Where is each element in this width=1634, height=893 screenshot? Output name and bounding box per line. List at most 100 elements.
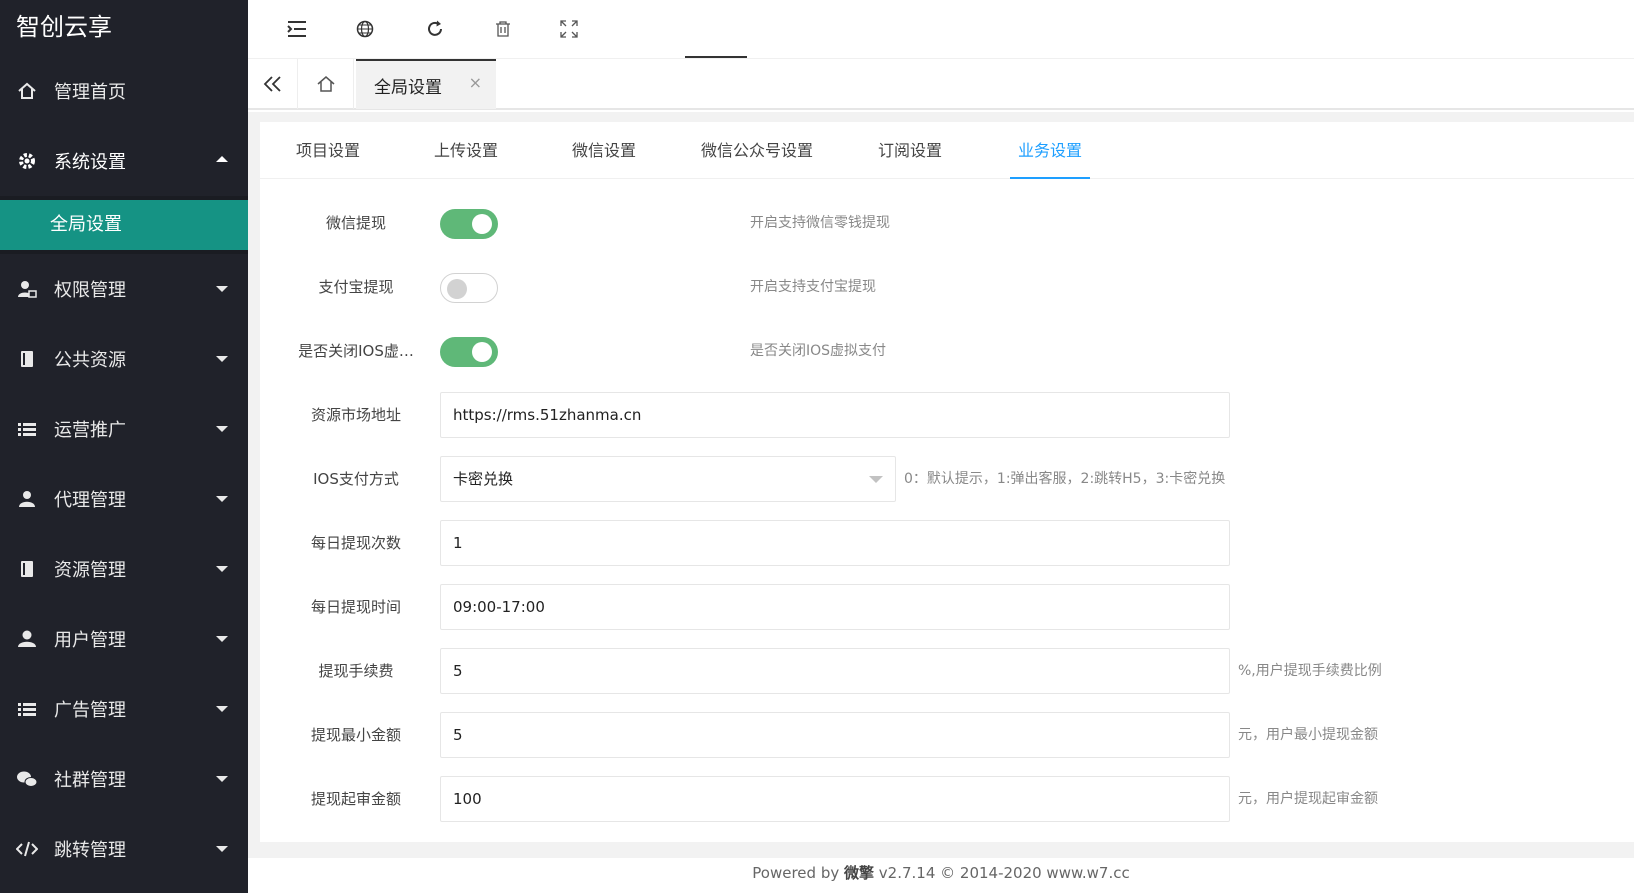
chevron-down-icon: [869, 476, 883, 483]
form-label: 提现最小金额: [310, 726, 401, 744]
chevron-down-icon: [216, 636, 228, 642]
sidebar-item-label: 权限管理: [54, 280, 126, 301]
form-row-withdraw-fee: 提现手续费 5 %,用户提现手续费比例: [260, 646, 1634, 696]
footer-prefix: Powered by: [752, 864, 844, 882]
fullscreen-icon[interactable]: [556, 16, 582, 42]
form-label: IOS支付方式: [313, 470, 399, 488]
tab-wechat-official-settings[interactable]: 微信公众号设置: [692, 122, 822, 179]
sidebar-subitem-global-settings[interactable]: 全局设置: [0, 200, 248, 250]
form-hint: 元，用户提现起审金额: [1238, 791, 1378, 807]
ios-pay-method-select[interactable]: 卡密兑换: [440, 456, 896, 502]
sidebar-item-label: 社群管理: [54, 770, 126, 791]
tab-upload-settings[interactable]: 上传设置: [428, 122, 504, 179]
sidebar-item-community[interactable]: 社群管理: [0, 744, 248, 814]
page-footer: Powered by 微擎 v2.7.14 © 2014-2020 www.w7…: [248, 858, 1634, 893]
settings-subtabs: 项目设置 上传设置 微信设置 微信公众号设置 订阅设置 业务设置: [260, 122, 1634, 179]
tab-global-settings[interactable]: 全局设置 ×: [356, 59, 496, 109]
chevron-down-icon: [216, 776, 228, 782]
list-icon: [16, 698, 38, 720]
wechat-withdraw-toggle[interactable]: [440, 209, 498, 239]
sidebar-item-label: 管理首页: [54, 82, 126, 103]
chevron-down-icon: [216, 356, 228, 362]
sidebar-item-redirects[interactable]: 跳转管理: [0, 814, 248, 884]
alipay-withdraw-toggle[interactable]: [440, 273, 498, 303]
sidebar-item-home[interactable]: 管理首页: [0, 56, 248, 126]
chevron-up-icon: [216, 156, 228, 162]
form-hint: 开启支持微信零钱提现: [750, 215, 890, 231]
toggle-knob: [472, 214, 492, 234]
sidebar: 智创云享 管理首页 系统设置 全局设置 权限管理 公共资源 运营推广 代理管理 …: [0, 0, 248, 893]
toggle-knob: [472, 342, 492, 362]
sidebar-subnav: 全局设置: [0, 196, 248, 254]
form-label: 资源市场地址: [310, 406, 401, 424]
footer-suffix: v2.7.14 © 2014-2020 www.w7.cc: [874, 864, 1130, 882]
daily-withdraw-count-input[interactable]: 1: [440, 520, 1230, 566]
form-hint: 是否关闭IOS虚拟支付: [750, 343, 887, 359]
sidebar-item-marketing[interactable]: 运营推广: [0, 394, 248, 464]
tab-project-settings[interactable]: 项目设置: [290, 122, 366, 179]
app-logo: 智创云享: [16, 13, 112, 41]
menu-indent-icon[interactable]: [284, 16, 310, 42]
refresh-icon[interactable]: [422, 16, 448, 42]
sidebar-item-label: 资源管理: [54, 560, 126, 581]
form-label: 提现手续费: [318, 662, 394, 680]
daily-withdraw-time-input[interactable]: 09:00-17:00: [440, 584, 1230, 630]
sidebar-item-ads[interactable]: 广告管理: [0, 674, 248, 744]
form-row-withdraw-audit-amount: 提现起审金额 100 元，用户提现起审金额: [260, 774, 1634, 824]
home-tab[interactable]: [298, 59, 354, 109]
tab-business-settings[interactable]: 业务设置: [1010, 122, 1090, 179]
resource-market-url-input[interactable]: https://rms.51zhanma.cn: [440, 392, 1230, 438]
settings-card: 项目设置 上传设置 微信设置 微信公众号设置 订阅设置 业务设置 微信提现 开启…: [260, 122, 1634, 842]
trash-icon[interactable]: [490, 16, 516, 42]
top-toolbar: [248, 0, 1634, 58]
agent-icon: [16, 488, 38, 510]
sidebar-item-system-settings[interactable]: 系统设置: [0, 126, 248, 196]
wechat-icon: [16, 768, 38, 790]
form-row-alipay-withdraw: 支付宝提现 开启支持支付宝提现: [260, 262, 1634, 312]
form-label: 每日提现时间: [310, 598, 401, 616]
select-value: 卡密兑换: [453, 470, 514, 488]
chevron-down-icon: [216, 286, 228, 292]
tabs-scroll-left-button[interactable]: [248, 59, 298, 109]
sidebar-item-users[interactable]: 用户管理: [0, 604, 248, 674]
sidebar-item-label: 运营推广: [54, 420, 126, 441]
withdraw-min-input[interactable]: 5: [440, 712, 1230, 758]
withdraw-fee-input[interactable]: 5: [440, 648, 1230, 694]
form-hint: %,用户提现手续费比例: [1238, 663, 1382, 679]
form-row-resource-market-url: 资源市场地址 https://rms.51zhanma.cn: [260, 390, 1634, 440]
page-tabs-bar: 全局设置 ×: [248, 58, 1634, 110]
form-label: 每日提现次数: [310, 534, 401, 552]
user-icon: [16, 628, 38, 650]
form-row-withdraw-min: 提现最小金额 5 元，用户最小提现金额: [260, 710, 1634, 760]
chevron-down-icon: [216, 846, 228, 852]
form-row-wechat-withdraw: 微信提现 开启支持微信零钱提现: [260, 198, 1634, 248]
form-row-daily-withdraw-time: 每日提现时间 09:00-17:00: [260, 582, 1634, 632]
form-label: 提现起审金额: [310, 790, 401, 808]
chevron-down-icon: [216, 426, 228, 432]
sidebar-item-permissions[interactable]: 权限管理: [0, 254, 248, 324]
book-icon: [16, 558, 38, 580]
tab-wechat-settings[interactable]: 微信设置: [566, 122, 642, 179]
user-lock-icon: [16, 278, 38, 300]
double-chevron-left-icon: [263, 76, 281, 92]
withdraw-audit-amount-input[interactable]: 100: [440, 776, 1230, 822]
form-label: 微信提现: [325, 214, 386, 232]
home-icon: [16, 80, 38, 102]
close-icon[interactable]: ×: [469, 73, 482, 92]
sidebar-item-public-resources[interactable]: 公共资源: [0, 324, 248, 394]
sidebar-item-agents[interactable]: 代理管理: [0, 464, 248, 534]
sidebar-item-label: 公共资源: [54, 350, 126, 371]
form-row-ios-virtual-pay: 是否关闭IOS虚… 是否关闭IOS虚拟支付: [260, 326, 1634, 376]
form-label: 支付宝提现: [318, 278, 394, 296]
globe-icon[interactable]: [352, 16, 378, 42]
ios-virtual-pay-toggle[interactable]: [440, 337, 498, 367]
footer-brand: 微擎: [844, 864, 875, 882]
sidebar-item-resources[interactable]: 资源管理: [0, 534, 248, 604]
tab-label: 全局设置: [374, 77, 442, 98]
tab-subscription-settings[interactable]: 订阅设置: [872, 122, 948, 179]
book-icon: [16, 348, 38, 370]
sidebar-item-label: 系统设置: [54, 152, 126, 173]
code-icon: [16, 838, 38, 860]
main-content: 项目设置 上传设置 微信设置 微信公众号设置 订阅设置 业务设置 微信提现 开启…: [248, 112, 1634, 893]
form-hint: 0：默认提示，1:弹出客服，2:跳转H5，3:卡密兑换: [904, 471, 1226, 487]
